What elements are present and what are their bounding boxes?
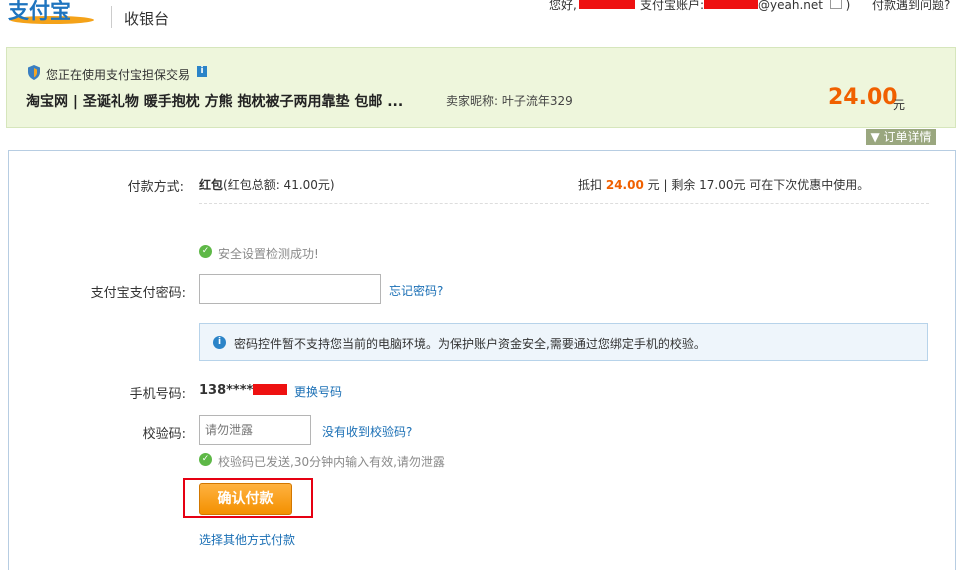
order-detail-toggle[interactable]: ▼ 订单详情 — [866, 129, 936, 145]
security-check-status: 安全设置检测成功! — [218, 247, 319, 261]
info-icon[interactable]: i — [197, 66, 207, 77]
help-link[interactable]: 付款遇到问题? — [872, 0, 950, 13]
goods-title: 淘宝网 | 圣诞礼物 暖手抱枕 方熊 抱枕被子两用靠垫 包邮 ... — [26, 94, 404, 110]
payment-method-value: 红包(红包总额: 41.00元) — [199, 178, 335, 192]
amount-unit: 元 — [893, 98, 906, 112]
divider — [199, 203, 929, 204]
password-label: 支付宝支付密码: — [90, 286, 186, 301]
other-payment-method-link[interactable]: 选择其他方式付款 — [199, 531, 295, 548]
redacted-name — [578, 0, 635, 9]
triangle-down-icon: ▼ — [870, 130, 880, 144]
payment-method-label: 付款方式: — [127, 180, 184, 195]
verification-code-input[interactable] — [199, 415, 311, 445]
guarantee-text: 您正在使用支付宝担保交易 — [46, 68, 191, 82]
code-label: 校验码: — [142, 427, 186, 442]
deduction-info: 抵扣 24.00 元 | 剩余 17.00元 可在下次优惠中使用。 — [578, 178, 870, 192]
order-banner — [6, 47, 956, 128]
seller-nickname: 卖家昵称: 叶子流年329 — [446, 94, 573, 108]
phone-label: 手机号码: — [129, 387, 186, 402]
password-input[interactable] — [199, 274, 381, 304]
resend-code-link[interactable]: 没有收到校验码? — [322, 423, 412, 440]
check-icon: ✓ — [199, 245, 212, 258]
header-divider — [111, 6, 112, 28]
alipay-logo: 支付宝 — [8, 0, 94, 24]
redacted-phone — [253, 384, 288, 395]
greeting: 您好, — [549, 0, 635, 13]
shield-icon — [28, 65, 40, 80]
check-icon: ✓ — [199, 453, 212, 466]
order-amount: 24.00 — [828, 85, 898, 110]
confirm-payment-button[interactable]: 确认付款 — [199, 483, 292, 515]
security-notice-text: 密码控件暂不支持您当前的电脑环境。为保护账户资金安全,需要通过您绑定手机的校验。 — [234, 337, 706, 351]
page-title: 收银台 — [124, 10, 170, 28]
info-icon: i — [213, 336, 226, 349]
account-info: 支付宝账户: @yeah.net ) — [640, 0, 851, 12]
svg-text:支付宝: 支付宝 — [8, 0, 71, 23]
phone-number: 138**** — [199, 383, 288, 398]
forgot-password-link[interactable]: 忘记密码? — [389, 282, 443, 299]
code-sent-status: 校验码已发送,30分钟内输入有效,请勿泄露 — [218, 455, 445, 469]
mail-icon — [829, 0, 842, 9]
change-phone-link[interactable]: 更换号码 — [294, 383, 342, 400]
redacted-account — [704, 0, 759, 9]
